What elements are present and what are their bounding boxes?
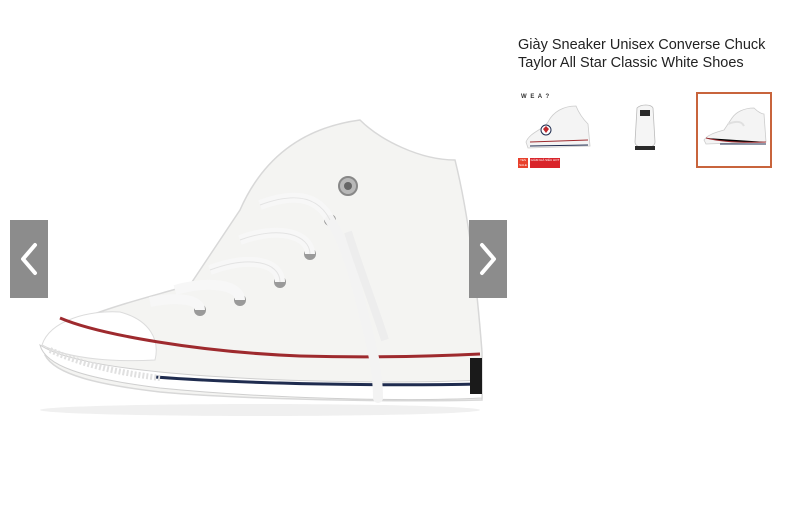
thumbnail-3-selected[interactable] <box>696 92 772 168</box>
thumbnail-1-image <box>525 105 591 149</box>
next-image-button[interactable] <box>469 220 507 298</box>
product-title: Giày Sneaker Unisex Converse Chuck Taylo… <box>518 37 766 71</box>
prev-image-button[interactable] <box>10 220 48 298</box>
badge-sale: GIẢM GIÁ SIÊU HOT <box>530 158 560 168</box>
chevron-left-icon <box>19 242 39 276</box>
thumbnail-brand-logo: W E A ? <box>521 94 551 100</box>
thumbnail-2-image <box>634 104 656 150</box>
chevron-right-icon <box>478 242 498 276</box>
thumbnail-1[interactable]: W E A ? YES SALE GIẢM GIÁ SIÊU HOT <box>518 92 594 168</box>
badge-new: YES SALE <box>518 158 528 168</box>
thumbnail-strip: W E A ? YES SALE GIẢM GIÁ SIÊU HOT <box>518 92 793 170</box>
product-info: Giày Sneaker Unisex Converse Chuck Taylo… <box>518 36 793 72</box>
main-product-image <box>0 0 515 517</box>
product-gallery <box>0 0 515 517</box>
thumbnail-3-image <box>703 107 767 145</box>
thumbnail-2[interactable] <box>607 92 683 168</box>
